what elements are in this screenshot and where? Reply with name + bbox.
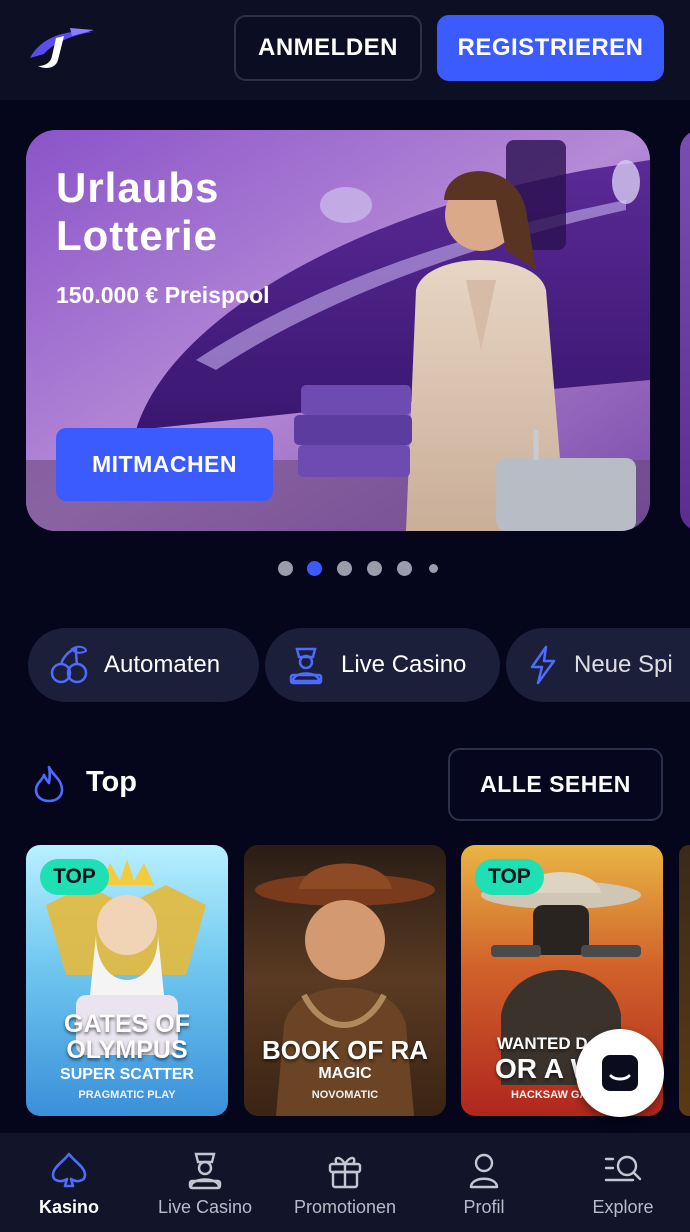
carousel-dot[interactable] <box>278 561 293 576</box>
carousel-dot[interactable] <box>397 561 412 576</box>
game-title-line1: GATES OF <box>64 1010 190 1038</box>
game-subtitle: MAGIC <box>318 1065 372 1082</box>
nav-item-live-casino[interactable]: Live Casino <box>136 1133 274 1232</box>
game-title: GATES OF OLYMPUS <box>26 1011 228 1063</box>
join-button[interactable]: MITMACHEN <box>56 428 273 501</box>
category-chip-automaten[interactable]: Automaten <box>28 628 259 702</box>
nav-label: Explore <box>592 1197 654 1217</box>
game-title: BOOK OF RA <box>261 1035 429 1065</box>
nav-item-explore[interactable]: Explore <box>554 1133 690 1232</box>
nav-label: Promotionen <box>293 1197 397 1217</box>
banner-title-line2: Lotterie <box>56 212 219 259</box>
game-tile[interactable]: BOOK OF RA MAGIC NOVOMATIC <box>244 845 446 1116</box>
lightning-icon <box>530 645 556 685</box>
bottom-navigation: Kasino Live Casino Promotionen Profil Ex… <box>0 1133 690 1232</box>
top-badge: TOP <box>475 859 544 895</box>
nav-label: Kasino <box>38 1197 99 1217</box>
game-tile-peek[interactable] <box>679 845 690 1116</box>
carousel-dot-active[interactable] <box>307 561 322 576</box>
nav-label: Live Casino <box>157 1197 253 1217</box>
chat-icon <box>602 1055 638 1091</box>
banner-subtitle: 150.000 € Preispool <box>56 282 270 308</box>
carousel-pagination <box>0 560 690 578</box>
game-provider: NOVOMATIC <box>311 1089 379 1101</box>
banner-title-line1: Urlaubs <box>56 164 220 211</box>
category-chip-neue-spiele[interactable]: Neue Spi <box>506 628 690 702</box>
next-banner-peek[interactable] <box>680 130 690 531</box>
top-badge: TOP <box>40 859 109 895</box>
section-title: Top <box>86 766 137 798</box>
spade-icon <box>51 1152 87 1188</box>
brand-logo-icon[interactable] <box>24 24 96 72</box>
game-tile[interactable]: TOP GATES OF OLYMPUS SUPER SCATTER PRAGM… <box>26 845 228 1116</box>
chat-button[interactable] <box>576 1029 664 1117</box>
nav-item-profil[interactable]: Profil <box>415 1133 553 1232</box>
carousel-dot[interactable] <box>429 564 438 573</box>
gift-icon <box>328 1156 362 1189</box>
banner-title: Urlaubs Lotterie <box>56 164 316 260</box>
category-chip-live-casino[interactable]: Live Casino <box>265 628 500 702</box>
flame-icon <box>34 765 64 803</box>
nav-item-promotionen[interactable]: Promotionen <box>276 1133 414 1232</box>
nav-label: Profil <box>463 1197 505 1217</box>
promo-banner[interactable]: Urlaubs Lotterie 150.000 € Preispool MIT… <box>26 130 650 531</box>
category-chip-label: Neue Spi <box>574 651 673 678</box>
carousel-dot[interactable] <box>367 561 382 576</box>
dealer-icon <box>289 647 323 685</box>
search-explore-icon <box>604 1155 642 1182</box>
login-button[interactable]: ANMELDEN <box>234 15 422 81</box>
game-provider: PRAGMATIC PLAY <box>78 1089 176 1101</box>
category-chip-label: Automaten <box>104 651 221 678</box>
see-all-button[interactable]: ALLE SEHEN <box>448 748 663 821</box>
category-chip-label: Live Casino <box>341 651 467 678</box>
game-title-line2: OLYMPUS <box>66 1036 188 1064</box>
top-header: ANMELDEN REGISTRIEREN <box>0 0 690 100</box>
game-subtitle: SUPER SCATTER <box>60 1066 194 1083</box>
register-button[interactable]: REGISTRIEREN <box>437 15 664 81</box>
nav-item-kasino[interactable]: Kasino <box>0 1133 138 1232</box>
page: ANMELDEN REGISTRIEREN Urlaubs Lotterie 1… <box>0 0 690 1232</box>
user-icon <box>469 1153 499 1189</box>
carousel-dot[interactable] <box>337 561 352 576</box>
dealer-icon <box>188 1152 222 1190</box>
cherries-icon <box>50 645 88 684</box>
